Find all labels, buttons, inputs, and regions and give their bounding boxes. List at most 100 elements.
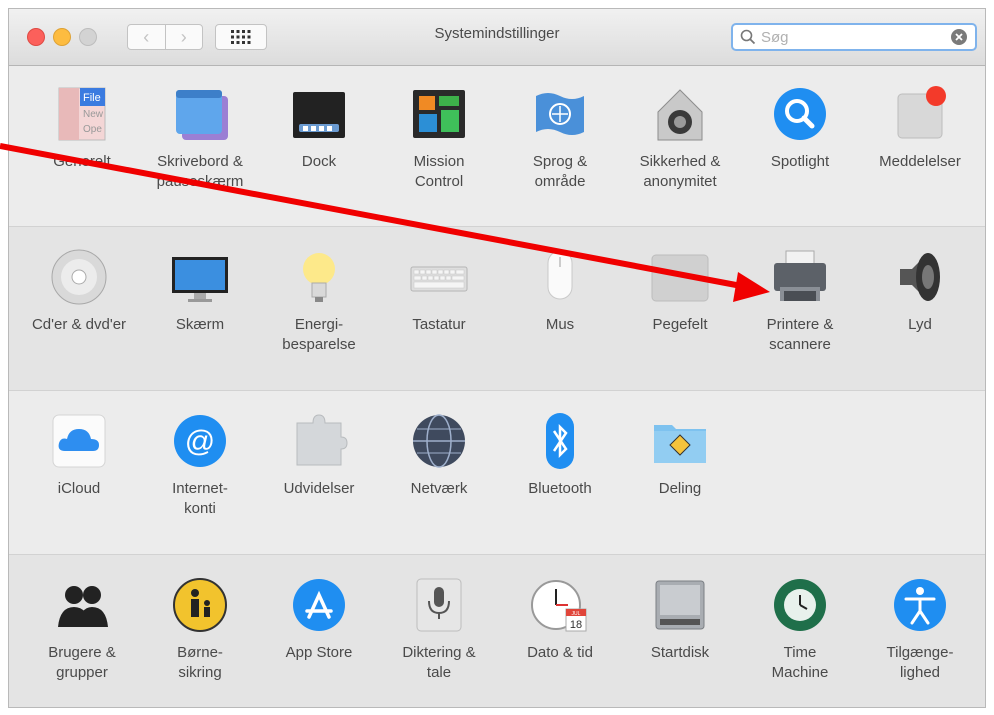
forward-button[interactable]: › bbox=[164, 25, 203, 49]
sharing-folder-icon bbox=[648, 409, 712, 473]
pref-meddelelser[interactable]: Meddelelser bbox=[865, 82, 975, 172]
pref-label: Sikkerhed & anonymitet bbox=[639, 153, 721, 190]
pref-label: Mission Control bbox=[413, 153, 465, 190]
pref-cd-dvd[interactable]: Cd'er & dvd'er bbox=[24, 245, 134, 335]
pref-label: Time Machine bbox=[771, 644, 829, 681]
energy-bulb-icon bbox=[287, 245, 351, 309]
date-time-icon: JUL 18 bbox=[528, 573, 592, 637]
dock-icon bbox=[287, 82, 351, 146]
svg-text:New: New bbox=[83, 109, 104, 120]
notifications-icon bbox=[888, 82, 952, 146]
pref-mission-control[interactable]: Mission Control bbox=[384, 82, 494, 192]
window-title: Systemindstillinger bbox=[434, 25, 560, 42]
svg-text:JUL: JUL bbox=[572, 611, 581, 617]
pref-lyd[interactable]: Lyd bbox=[865, 245, 975, 335]
grid-icon bbox=[231, 30, 251, 44]
pref-tilgaengelighed[interactable]: Tilgænge- lighed bbox=[865, 573, 975, 683]
dictation-mic-icon bbox=[407, 573, 471, 637]
pref-dock[interactable]: Dock bbox=[264, 82, 374, 172]
desktop-icon bbox=[168, 82, 232, 146]
pref-dato-tid[interactable]: JUL 18 Dato & tid bbox=[505, 573, 615, 663]
pref-icloud[interactable]: iCloud bbox=[24, 409, 134, 499]
svg-text:@: @ bbox=[185, 425, 215, 458]
pref-label: Tastatur bbox=[412, 316, 466, 333]
spotlight-icon bbox=[768, 82, 832, 146]
pref-label: Meddelelser bbox=[879, 153, 961, 170]
internet-accounts-icon: @ bbox=[168, 409, 232, 473]
pref-label: Dato & tid bbox=[527, 644, 593, 661]
trackpad-icon bbox=[648, 245, 712, 309]
pref-spotlight[interactable]: Spotlight bbox=[745, 82, 855, 172]
general-icon: File New Ope bbox=[50, 82, 114, 146]
extensions-icon bbox=[287, 409, 351, 473]
time-machine-icon bbox=[768, 573, 832, 637]
chevron-right-icon: › bbox=[180, 26, 187, 47]
search-field[interactable] bbox=[731, 23, 977, 51]
svg-text:18: 18 bbox=[570, 619, 582, 631]
pref-label: Lyd bbox=[908, 316, 932, 333]
pref-label: Deling bbox=[658, 480, 702, 497]
pref-label: iCloud bbox=[57, 480, 101, 497]
parental-controls-icon bbox=[168, 573, 232, 637]
pref-bluetooth[interactable]: Bluetooth bbox=[505, 409, 615, 499]
pref-pegefelt[interactable]: Pegefelt bbox=[625, 245, 735, 335]
pref-netvaerk[interactable]: Netværk bbox=[384, 409, 494, 499]
pref-label: Udvidelser bbox=[283, 480, 355, 497]
svg-text:Ope: Ope bbox=[83, 124, 102, 135]
system-preferences-window: ‹ › Systemindstillinger Søg File New Ope… bbox=[8, 8, 986, 708]
clear-search-icon[interactable] bbox=[951, 29, 967, 45]
users-groups-icon bbox=[50, 573, 114, 637]
pref-deling[interactable]: Deling bbox=[625, 409, 735, 499]
pref-brugere[interactable]: Brugere & grupper bbox=[27, 573, 137, 683]
pref-label: Mus bbox=[545, 316, 575, 333]
search-input[interactable] bbox=[761, 28, 941, 46]
pref-internet-konti[interactable]: @ Internet- konti bbox=[145, 409, 255, 519]
pref-label: Cd'er & dvd'er bbox=[31, 316, 127, 333]
mouse-icon bbox=[528, 245, 592, 309]
bluetooth-icon bbox=[528, 409, 592, 473]
show-all-button[interactable] bbox=[215, 24, 267, 50]
close-window-button[interactable] bbox=[27, 28, 45, 46]
pref-label: Spotlight bbox=[770, 153, 830, 170]
pref-energi[interactable]: Energi- besparelse bbox=[264, 245, 374, 355]
pref-sikkerhed[interactable]: Sikkerhed & anonymitet bbox=[625, 82, 735, 192]
pref-label: Diktering & tale bbox=[402, 644, 476, 681]
zoom-window-button[interactable] bbox=[79, 28, 97, 46]
pref-boernesikring[interactable]: Børne- sikring bbox=[145, 573, 255, 683]
personal-section: File New Ope Generelt Skrivebord & pause… bbox=[9, 66, 985, 227]
pref-app-store[interactable]: App Store bbox=[264, 573, 374, 663]
pref-generelt[interactable]: File New Ope Generelt bbox=[27, 82, 137, 172]
toolbar: ‹ › Systemindstillinger bbox=[9, 9, 985, 66]
pref-skaerm[interactable]: Skærm bbox=[145, 245, 255, 335]
pref-startdisk[interactable]: Startdisk bbox=[625, 573, 735, 663]
hardware-section: Cd'er & dvd'er Skærm Energi- besparelse … bbox=[9, 227, 985, 391]
pref-label: Sprog & område bbox=[532, 153, 588, 190]
pref-printere[interactable]: Printere & scannere bbox=[745, 245, 855, 355]
display-icon bbox=[168, 245, 232, 309]
security-house-icon bbox=[648, 82, 712, 146]
svg-text:File: File bbox=[83, 92, 101, 104]
printer-icon bbox=[768, 245, 832, 309]
keyboard-icon bbox=[407, 245, 471, 309]
speaker-icon bbox=[888, 245, 952, 309]
pref-label: Generelt bbox=[53, 153, 111, 170]
pref-time-machine[interactable]: Time Machine bbox=[745, 573, 855, 683]
pref-label: Energi- besparelse bbox=[282, 316, 356, 353]
pref-label: Børne- sikring bbox=[177, 644, 223, 681]
app-store-icon bbox=[287, 573, 351, 637]
cd-dvd-icon bbox=[47, 245, 111, 309]
pref-skrivebord[interactable]: Skrivebord & pauseskærm bbox=[145, 82, 255, 192]
internet-section: iCloud @ Internet- konti Udvidelser Netv… bbox=[9, 391, 985, 555]
chevron-left-icon: ‹ bbox=[143, 26, 150, 47]
pref-tastatur[interactable]: Tastatur bbox=[384, 245, 494, 335]
back-button[interactable]: ‹ bbox=[128, 25, 165, 49]
pref-label: Brugere & grupper bbox=[48, 644, 116, 681]
pref-mus[interactable]: Mus bbox=[505, 245, 615, 335]
pref-label: Dock bbox=[301, 153, 337, 170]
pref-label: Pegefelt bbox=[652, 316, 708, 333]
system-section: Brugere & grupper Børne- sikring App Sto… bbox=[9, 555, 985, 707]
pref-diktering[interactable]: Diktering & tale bbox=[384, 573, 494, 683]
minimize-window-button[interactable] bbox=[53, 28, 71, 46]
pref-sprog[interactable]: Sprog & område bbox=[505, 82, 615, 192]
pref-udvidelser[interactable]: Udvidelser bbox=[264, 409, 374, 499]
